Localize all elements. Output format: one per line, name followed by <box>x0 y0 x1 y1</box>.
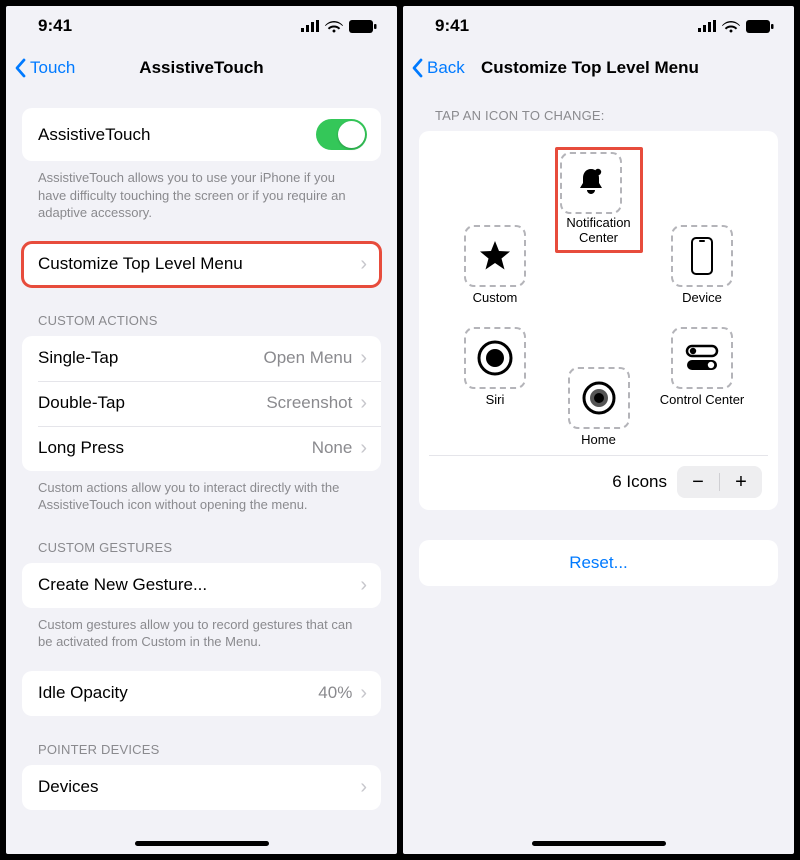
chevron-right-icon: › <box>360 393 367 413</box>
chevron-right-icon: › <box>360 348 367 368</box>
double-tap-row[interactable]: Double-Tap Screenshot › <box>22 381 381 426</box>
wifi-icon <box>722 20 740 33</box>
chevron-right-icon: › <box>360 777 367 797</box>
toggles-icon <box>683 343 721 373</box>
status-time: 9:41 <box>435 16 469 36</box>
opacity-value: 40% <box>318 683 352 703</box>
icon-grid: Notification Center Custom <box>429 147 768 447</box>
toggle-switch[interactable] <box>316 119 367 150</box>
toggle-footer: AssistiveTouch allows you to use your iP… <box>6 161 397 222</box>
icon-count-label: 6 Icons <box>612 472 667 492</box>
increment-button[interactable]: + <box>720 466 762 498</box>
status-icons <box>698 20 774 33</box>
nav-bar: Back Customize Top Level Menu <box>403 46 794 90</box>
status-icons <box>301 20 377 33</box>
icon-control-center[interactable]: Control Center <box>658 327 746 408</box>
status-bar: 9:41 <box>403 6 794 46</box>
custom-actions-header: CUSTOM ACTIONS <box>6 313 397 336</box>
action-value: Screenshot <box>266 393 352 413</box>
icon-label: Control Center <box>658 393 746 408</box>
back-button[interactable]: Touch <box>14 58 75 78</box>
reset-label: Reset... <box>569 553 628 572</box>
chevron-right-icon: › <box>360 438 367 458</box>
custom-gestures-header: CUSTOM GESTURES <box>6 540 397 563</box>
actions-footer: Custom actions allow you to interact dir… <box>6 471 397 514</box>
long-press-row[interactable]: Long Press None › <box>22 426 381 471</box>
customize-top-level-menu-screen: 9:41 Back Customize Top Level Menu TAP A… <box>403 6 794 854</box>
back-button[interactable]: Back <box>411 58 465 78</box>
create-gesture-row[interactable]: Create New Gesture... › <box>22 563 381 608</box>
action-value: Open Menu <box>263 348 352 368</box>
action-value: None <box>312 438 353 458</box>
create-gesture-label: Create New Gesture... <box>38 575 360 595</box>
home-indicator <box>532 841 666 846</box>
customize-top-level-menu-row[interactable]: Customize Top Level Menu › <box>22 242 381 287</box>
toggle-label: AssistiveTouch <box>38 125 316 145</box>
icon-device[interactable]: Device <box>658 225 746 306</box>
nav-bar: Touch AssistiveTouch <box>6 46 397 90</box>
reset-button[interactable]: Reset... <box>419 540 778 586</box>
devices-row[interactable]: Devices › <box>22 765 381 810</box>
assistivetouch-settings-screen: 9:41 Touch AssistiveTouch AssistiveTouch <box>6 6 397 854</box>
pointer-devices-header: POINTER DEVICES <box>6 742 397 765</box>
icon-label: Siri <box>451 393 539 408</box>
customize-label: Customize Top Level Menu <box>38 254 360 274</box>
gestures-footer: Custom gestures allow you to record gest… <box>6 608 397 651</box>
cellular-icon <box>301 20 319 32</box>
icon-home[interactable]: Home <box>555 367 643 448</box>
icon-label: Home <box>555 433 643 448</box>
icon-label: Custom <box>451 291 539 306</box>
opacity-label: Idle Opacity <box>38 683 318 703</box>
icon-notification-center[interactable]: Notification Center <box>555 147 643 253</box>
siri-icon <box>476 339 514 377</box>
cellular-icon <box>698 20 716 32</box>
action-label: Double-Tap <box>38 393 266 413</box>
wifi-icon <box>325 20 343 33</box>
devices-label: Devices <box>38 777 360 797</box>
action-label: Long Press <box>38 438 312 458</box>
chevron-right-icon: › <box>360 254 367 274</box>
icon-custom[interactable]: Custom <box>451 225 539 306</box>
action-label: Single-Tap <box>38 348 263 368</box>
single-tap-row[interactable]: Single-Tap Open Menu › <box>22 336 381 381</box>
tap-icon-header: TAP AN ICON TO CHANGE: <box>403 108 794 131</box>
back-label: Touch <box>30 58 75 78</box>
battery-icon <box>349 20 377 33</box>
chevron-left-icon <box>411 58 423 78</box>
back-label: Back <box>427 58 465 78</box>
idle-opacity-row[interactable]: Idle Opacity 40% › <box>22 671 381 716</box>
decrement-button[interactable]: − <box>677 466 719 498</box>
chevron-left-icon <box>14 58 26 78</box>
status-time: 9:41 <box>38 16 72 36</box>
chevron-right-icon: › <box>360 683 367 703</box>
chevron-right-icon: › <box>360 575 367 595</box>
home-indicator <box>135 841 269 846</box>
icon-label: Device <box>658 291 746 306</box>
bell-icon <box>573 165 609 201</box>
assistivetouch-toggle-row[interactable]: AssistiveTouch <box>22 108 381 161</box>
icon-siri[interactable]: Siri <box>451 327 539 408</box>
phone-icon <box>690 236 714 276</box>
icon-count-stepper: − + <box>677 466 762 498</box>
status-bar: 9:41 <box>6 6 397 46</box>
star-icon <box>478 239 512 273</box>
icon-count-row: 6 Icons − + <box>429 455 768 498</box>
icon-label: Notification Center <box>560 216 638 246</box>
home-button-icon <box>580 379 618 417</box>
battery-icon <box>746 20 774 33</box>
